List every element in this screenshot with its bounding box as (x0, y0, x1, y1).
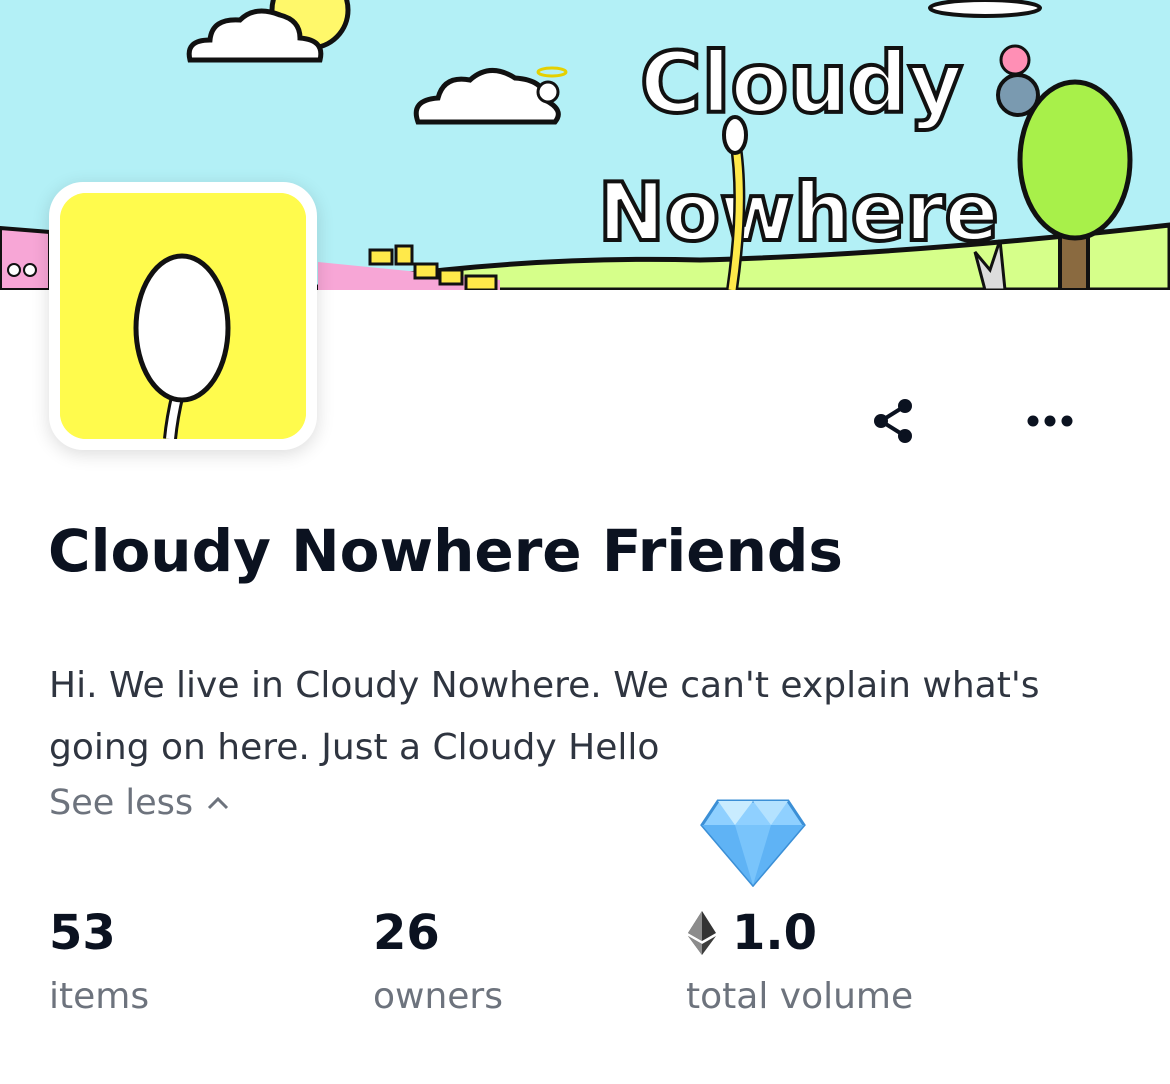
stat-items: 53 items (49, 900, 149, 1028)
more-options-button[interactable] (1015, 386, 1085, 456)
see-less-label: See less (49, 783, 194, 823)
banner-title-line2: Nowhere (598, 166, 999, 259)
balloon-character-icon (60, 193, 306, 439)
more-horizontal-icon (1027, 415, 1073, 427)
stat-owners: 26 owners (373, 900, 503, 1028)
owners-count: 26 (373, 905, 440, 961)
see-less-button[interactable]: See less (49, 783, 229, 823)
collection-avatar (49, 182, 317, 450)
collection-description: Hi. We live in Cloudy Nowhere. We can't … (49, 665, 1040, 768)
share-icon (874, 399, 912, 443)
items-label: items (49, 976, 150, 1017)
avatar-image (60, 193, 306, 439)
share-button[interactable] (859, 386, 929, 456)
owners-label: owners (373, 976, 503, 1017)
banner-title-line1: Cloudy (640, 34, 963, 132)
total-volume-label: total volume (686, 976, 914, 1017)
items-count: 53 (49, 905, 116, 961)
collection-title: Cloudy Nowhere Friends (48, 517, 843, 585)
chevron-up-icon (208, 796, 229, 810)
stat-total-volume: 1.0 total volume (686, 900, 913, 1028)
ethereum-icon (688, 911, 716, 955)
diamond-icon (700, 797, 806, 891)
total-volume-value: 1.0 (732, 905, 818, 961)
